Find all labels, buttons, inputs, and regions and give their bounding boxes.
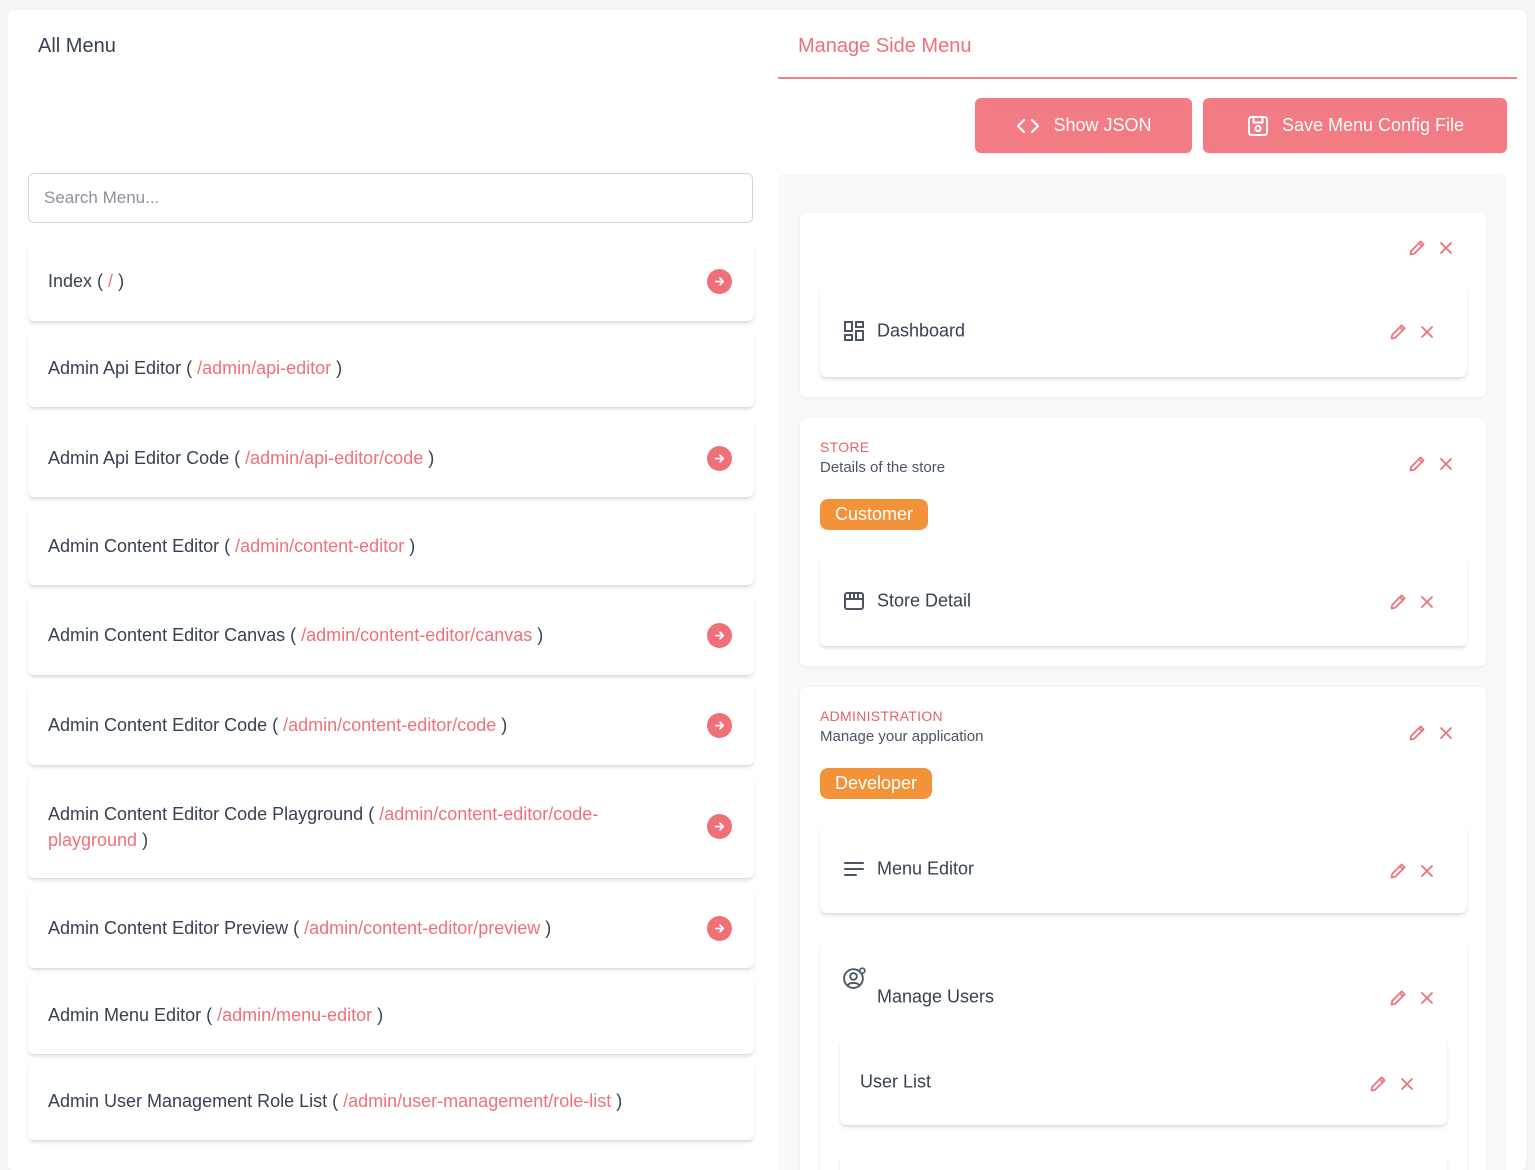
search-input[interactable]	[28, 173, 753, 223]
menu-item-text: Index ( / )	[48, 271, 125, 291]
menu-card-user-list[interactable]: User List	[840, 1039, 1447, 1125]
card-actions	[1388, 591, 1437, 612]
show-json-button[interactable]: Show JSON	[975, 98, 1192, 153]
menu-item-admin-menu-editor[interactable]: Admin Menu Editor ( /admin/menu-editor )	[28, 976, 754, 1054]
menu-item-text: Admin Content Editor Code Playground ( /…	[48, 803, 599, 850]
menu-item-path: /admin/content-editor/preview	[304, 918, 541, 938]
edit-icon[interactable]	[1388, 860, 1409, 881]
role-badge-customer: Customer	[820, 499, 929, 530]
close-icon[interactable]	[1417, 322, 1437, 342]
close-icon[interactable]	[1436, 238, 1456, 258]
menu-lines-icon	[842, 857, 866, 881]
edit-icon[interactable]	[1388, 321, 1409, 342]
group-title: ADMINISTRATION	[820, 708, 943, 724]
menu-item-admin-api-editor[interactable]: Admin Api Editor ( /admin/api-editor )	[28, 329, 754, 407]
card-label: User List	[860, 1071, 932, 1092]
close-icon[interactable]	[1417, 861, 1437, 881]
edit-icon[interactable]	[1368, 1073, 1389, 1094]
menu-item-index[interactable]: Index ( / )	[28, 241, 754, 321]
close-icon[interactable]	[1417, 592, 1437, 612]
close-icon[interactable]	[1436, 454, 1456, 474]
card-label: Menu Editor	[877, 858, 975, 879]
menu-item-admin-content-editor-preview[interactable]: Admin Content Editor Preview ( /admin/co…	[28, 888, 754, 968]
menu-item-path: /admin/user-management/role-list	[343, 1091, 612, 1111]
menu-item-path: /admin/api-editor/code	[245, 448, 424, 468]
menu-list: Index ( / ) Admin Api Editor ( /admin/ap…	[28, 241, 754, 1140]
menu-item-path: /admin/menu-editor	[217, 1005, 373, 1025]
menu-item-admin-content-editor-code-playground[interactable]: Admin Content Editor Code Playground ( /…	[28, 775, 754, 878]
tab-label: Manage Side Menu	[798, 35, 972, 57]
edit-icon[interactable]	[1407, 722, 1428, 743]
role-badge-developer: Developer	[820, 768, 933, 799]
group-description: Manage your application	[820, 728, 984, 745]
group-actions	[1407, 722, 1456, 743]
group-title: STORE	[820, 439, 870, 455]
menu-item-admin-content-editor-canvas[interactable]: Admin Content Editor Canvas ( /admin/con…	[28, 595, 754, 675]
arrow-right-icon[interactable]	[707, 915, 732, 941]
menu-item-text: Admin Api Editor ( /admin/api-editor )	[48, 358, 343, 378]
menu-item-text: Admin User Management Role List ( /admin…	[48, 1091, 623, 1111]
menu-item-admin-user-management-role-list[interactable]: Admin User Management Role List ( /admin…	[28, 1062, 754, 1140]
menu-item-admin-content-editor-code[interactable]: Admin Content Editor Code ( /admin/conte…	[28, 685, 754, 765]
menu-card-sub-item[interactable]	[840, 1154, 1447, 1170]
arrow-right-icon[interactable]	[707, 268, 732, 294]
menu-item-path: /admin/content-editor/canvas	[301, 625, 533, 645]
menu-item-path: /	[108, 271, 114, 291]
menu-item-path: /admin/api-editor	[197, 358, 332, 378]
close-icon[interactable]	[1436, 723, 1456, 743]
card-actions	[1388, 860, 1437, 881]
arrow-right-icon[interactable]	[707, 712, 732, 738]
arrow-right-icon[interactable]	[707, 814, 732, 839]
show-json-label: Show JSON	[1053, 115, 1152, 135]
card-actions	[1388, 321, 1437, 342]
menu-item-path: /admin/content-editor	[235, 536, 405, 556]
page: All Menu Index ( / ) Admin Api Editor ( …	[8, 10, 1526, 1170]
code-icon	[1017, 118, 1040, 133]
menu-group-store: STORE Details of the store Customer Stor…	[800, 418, 1486, 666]
close-icon[interactable]	[1417, 988, 1437, 1008]
menu-card-store-detail[interactable]: Store Detail	[820, 556, 1467, 646]
menu-item-text: Admin Content Editor Code ( /admin/conte…	[48, 715, 508, 735]
dashboard-icon	[842, 319, 866, 343]
group-description: Details of the store	[820, 459, 946, 476]
card-actions	[1388, 987, 1437, 1008]
menu-card-menu-editor[interactable]: Menu Editor	[820, 825, 1467, 913]
menu-card-dashboard[interactable]: Dashboard	[820, 285, 1467, 377]
arrow-right-icon[interactable]	[707, 622, 732, 648]
card-actions	[1368, 1073, 1417, 1094]
all-menu-title: All Menu	[38, 35, 116, 57]
user-settings-icon	[842, 966, 867, 991]
close-icon[interactable]	[1397, 1074, 1417, 1094]
edit-icon[interactable]	[1407, 453, 1428, 474]
edit-icon[interactable]	[1388, 591, 1409, 612]
menu-item-admin-api-editor-code[interactable]: Admin Api Editor Code ( /admin/api-edito…	[28, 419, 754, 497]
save-menu-config-button[interactable]: Save Menu Config File	[1203, 98, 1507, 153]
menu-item-text: Admin Menu Editor ( /admin/menu-editor )	[48, 1005, 384, 1025]
card-label: Manage Users	[877, 986, 995, 1007]
menu-item-text: Admin Content Editor Preview ( /admin/co…	[48, 918, 552, 938]
card-label: Dashboard	[877, 320, 966, 341]
arrow-right-icon[interactable]	[707, 445, 732, 471]
menu-item-text: Admin Api Editor Code ( /admin/api-edito…	[48, 448, 435, 468]
menu-item-path: /admin/content-editor/code	[283, 715, 497, 735]
menu-item-text: Admin Content Editor ( /admin/content-ed…	[48, 536, 416, 556]
store-icon	[842, 589, 866, 613]
edit-icon[interactable]	[1407, 237, 1428, 258]
menu-group-administration: ADMINISTRATION Manage your application D…	[800, 687, 1486, 1170]
menu-card-manage-users[interactable]: Manage Users User List	[820, 942, 1467, 1170]
group-actions	[1407, 453, 1456, 474]
menu-item-text: Admin Content Editor Canvas ( /admin/con…	[48, 625, 544, 645]
save-label: Save Menu Config File	[1281, 115, 1465, 135]
group-actions	[1407, 237, 1456, 258]
tab-manage-side-menu[interactable]: Manage Side Menu	[778, 10, 1517, 79]
floppy-disk-icon	[1247, 115, 1268, 136]
edit-icon[interactable]	[1388, 987, 1409, 1008]
card-label: Store Detail	[877, 590, 972, 611]
menu-group-1: Dashboard	[800, 213, 1486, 397]
menu-item-admin-content-editor[interactable]: Admin Content Editor ( /admin/content-ed…	[28, 507, 754, 585]
